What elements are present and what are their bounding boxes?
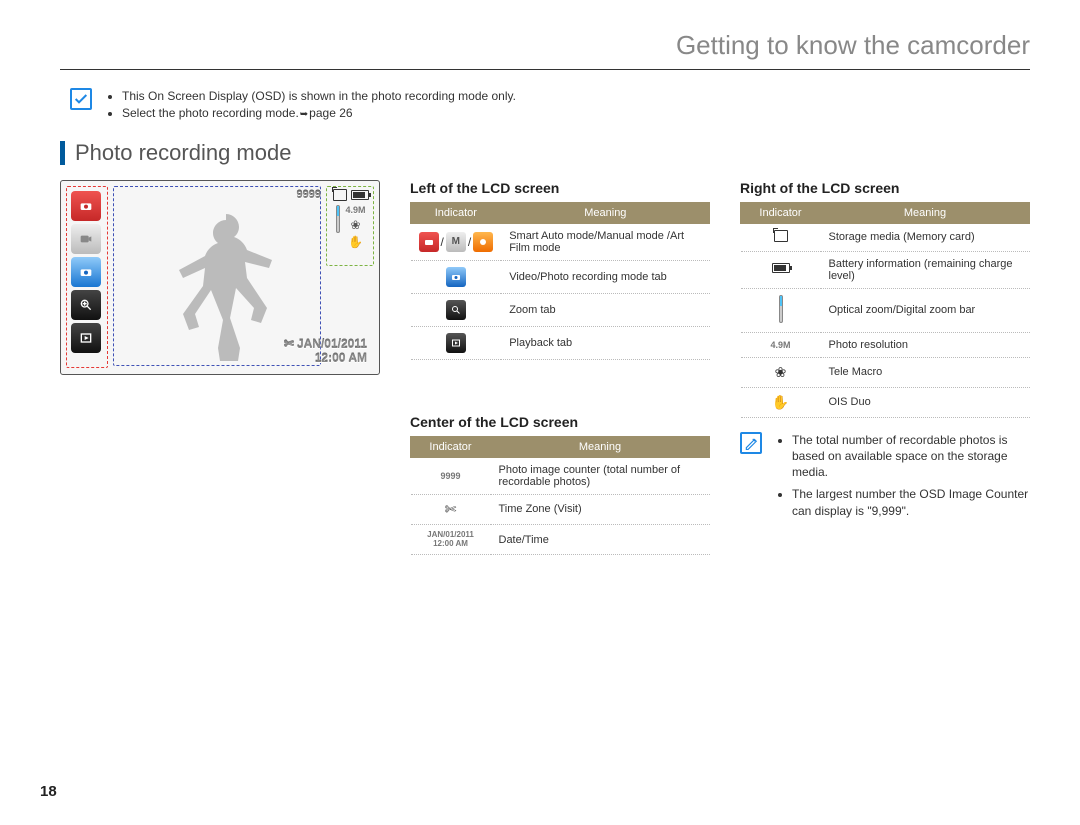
mode-icon (71, 191, 101, 221)
table-row: Storage media (Memory card) (741, 223, 1030, 251)
table-row: Battery information (remaining charge le… (741, 251, 1030, 288)
note-block: The total number of recordable photos is… (740, 432, 1030, 525)
right-table: Indicator Meaning Storage media (Memory … (740, 202, 1030, 418)
note-bullet: The total number of recordable photos is… (792, 432, 1030, 481)
center-table-heading: Center of the LCD screen (410, 414, 710, 430)
ois-icon: ✋ (348, 235, 363, 249)
col-meaning: Meaning (491, 436, 710, 457)
col-indicator: Indicator (411, 436, 491, 457)
divider (60, 69, 1030, 70)
playback-tab-icon (71, 323, 101, 353)
table-row: 9999 Photo image counter (total number o… (411, 457, 710, 494)
zoom-tab-icon (446, 300, 466, 320)
table-row: Playback tab (411, 326, 710, 359)
table-row: Optical zoom/Digital zoom bar (741, 288, 1030, 332)
page-number: 18 (40, 783, 57, 800)
battery-icon (351, 190, 369, 200)
counter-icon: 9999 (440, 471, 460, 481)
table-row: ✋ OIS Duo (741, 387, 1030, 417)
col-meaning: Meaning (501, 202, 709, 223)
card-icon (333, 189, 347, 201)
rec-tab-icon (446, 267, 466, 287)
ois-icon: ✋ (772, 394, 789, 410)
lcd-diagram: 9999 4.9M ❀ ✋ ✄JAN/01/2011 (60, 180, 380, 375)
left-table: Indicator Meaning / M/ Smart Auto mode/M… (410, 202, 710, 360)
table-row: Zoom tab (411, 293, 710, 326)
datetime-icon: JAN/01/201112:00 AM (419, 531, 483, 549)
table-row: ✄ Time Zone (Visit) (411, 494, 710, 524)
subject-silhouette (156, 206, 296, 361)
photo-tab-icon (71, 257, 101, 287)
center-table: Indicator Meaning 9999 Photo image count… (410, 436, 710, 556)
lcd-counter: 9999 (297, 189, 321, 201)
resolution-icon: 4.9M (770, 340, 790, 350)
battery-icon (772, 263, 790, 273)
note-icon (740, 432, 762, 454)
card-icon (774, 230, 788, 242)
intro-bullet: Select the photo recording mode.page 26 (122, 105, 516, 122)
tele-macro-icon: ❀ (775, 364, 787, 380)
page-title: Getting to know the camcorder (60, 30, 1030, 69)
right-table-heading: Right of the LCD screen (740, 180, 1030, 196)
zoom-bar-icon (779, 295, 783, 323)
table-row: JAN/01/201112:00 AM Date/Time (411, 524, 710, 555)
page-ref-icon (299, 106, 309, 120)
playback-tab-icon (446, 333, 466, 353)
note-bullet: The largest number the OSD Image Counter… (792, 486, 1030, 518)
table-row: / M/ Smart Auto mode/Manual mode /Art Fi… (411, 223, 710, 260)
timezone-icon: ✄ (445, 501, 457, 517)
section-header: Photo recording mode (60, 140, 1030, 166)
left-table-heading: Left of the LCD screen (410, 180, 710, 196)
video-tab-icon (71, 224, 101, 254)
intro-block: This On Screen Display (OSD) is shown in… (70, 88, 1030, 122)
timezone-icon: ✄ (284, 337, 294, 351)
lcd-right-indicators: 4.9M ❀ ✋ (333, 189, 369, 249)
table-row: Video/Photo recording mode tab (411, 260, 710, 293)
zoom-tab-icon (71, 290, 101, 320)
col-indicator: Indicator (411, 202, 502, 223)
table-row: ❀ Tele Macro (741, 357, 1030, 387)
table-row: 4.9M Photo resolution (741, 332, 1030, 357)
mode-trio-icon: / M/ (419, 232, 494, 252)
checkmark-icon (70, 88, 92, 110)
lcd-datetime: ✄JAN/01/2011 12:00 AM (284, 337, 367, 366)
section-accent-bar (60, 141, 65, 165)
tele-macro-icon: ❀ (350, 218, 360, 232)
resolution-label: 4.9M (345, 205, 365, 215)
intro-bullet: This On Screen Display (OSD) is shown in… (122, 88, 516, 105)
col-meaning: Meaning (821, 202, 1030, 223)
col-indicator: Indicator (741, 202, 821, 223)
section-title: Photo recording mode (75, 140, 291, 166)
zoom-bar-icon (336, 205, 340, 233)
